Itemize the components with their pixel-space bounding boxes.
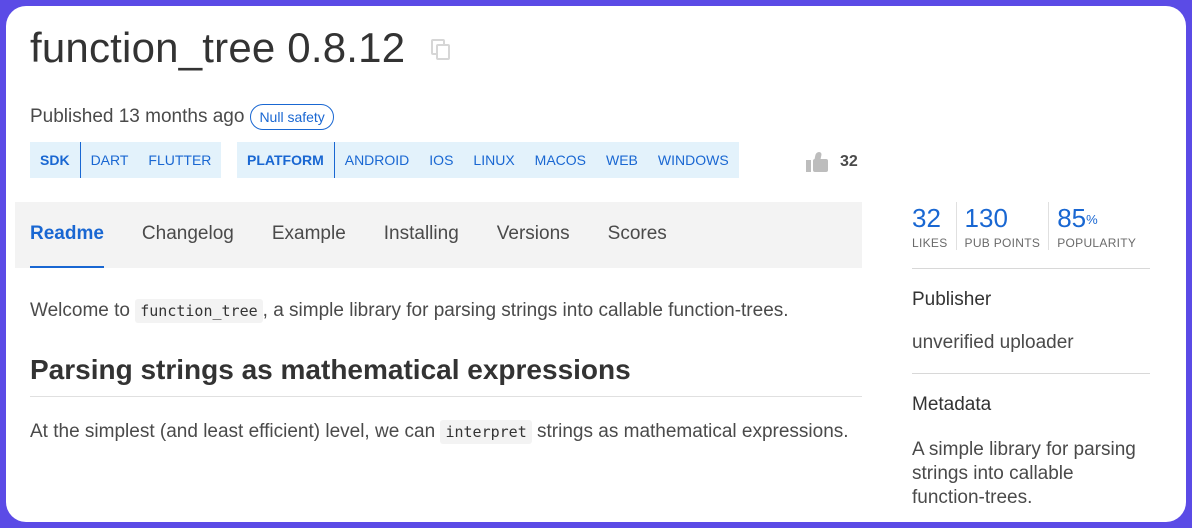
- tab-installing[interactable]: Installing: [384, 202, 459, 268]
- published-info: Published 13 months ago Null safety: [30, 104, 334, 130]
- tab-scores[interactable]: Scores: [608, 202, 667, 268]
- sidebar: 32 LIKES 130 PUB POINTS 85% POPULARITY P…: [912, 202, 1150, 510]
- stat-points-value: 130: [964, 203, 1008, 233]
- sdk-tag-label[interactable]: SDK: [30, 142, 81, 178]
- page-frame: function_tree 0.8.12 Published 13 months…: [6, 6, 1186, 522]
- stat-pub-points[interactable]: 130 PUB POINTS: [955, 202, 1049, 250]
- tag-flutter[interactable]: FLUTTER: [138, 152, 221, 168]
- publisher-heading: Publisher: [912, 289, 992, 310]
- section-heading: Parsing strings as mathematical expressi…: [30, 354, 862, 397]
- tab-versions[interactable]: Versions: [497, 202, 570, 268]
- intro-text-after: , a simple library for parsing strings i…: [262, 300, 789, 321]
- inline-code-function-tree: function_tree: [135, 299, 263, 323]
- stat-popularity-label: POPULARITY: [1057, 236, 1137, 250]
- detail-tabs: Readme Changelog Example Installing Vers…: [15, 202, 862, 268]
- stat-popularity-suffix: %: [1086, 212, 1098, 227]
- score-stats: 32 LIKES 130 PUB POINTS 85% POPULARITY: [912, 202, 1150, 250]
- package-title: function_tree 0.8.12: [30, 24, 406, 71]
- platform-tag-label[interactable]: PLATFORM: [237, 142, 335, 178]
- p2-text-before: At the simplest (and least efficient) le…: [30, 421, 441, 442]
- readme-content: Welcome to function_tree, a simple libra…: [30, 296, 862, 447]
- metadata-heading: Metadata: [912, 394, 992, 415]
- sdk-tag-group: SDK DART FLUTTER: [30, 142, 222, 178]
- metadata-description: A simple library for parsing strings int…: [912, 439, 1136, 508]
- tab-readme[interactable]: Readme: [30, 202, 104, 268]
- tab-changelog[interactable]: Changelog: [142, 202, 234, 268]
- stat-popularity-value: 85: [1057, 203, 1087, 233]
- inline-code-interpret: interpret: [440, 420, 532, 444]
- published-prefix: Published: [30, 106, 114, 127]
- copy-icon[interactable]: [431, 39, 453, 63]
- stat-popularity[interactable]: 85% POPULARITY: [1048, 202, 1144, 250]
- tag-ios[interactable]: IOS: [419, 152, 463, 168]
- title-row: function_tree 0.8.12: [30, 24, 453, 72]
- stat-likes-label: LIKES: [912, 236, 948, 250]
- tag-android[interactable]: ANDROID: [335, 152, 420, 168]
- stat-likes[interactable]: 32 LIKES: [912, 202, 956, 250]
- intro-text-before: Welcome to: [30, 300, 136, 321]
- platform-tag-group: PLATFORM ANDROID IOS LINUX MACOS WEB WIN…: [237, 142, 739, 178]
- thumbs-up-icon: [806, 152, 828, 172]
- p2-text-after: strings as mathematical expressions.: [531, 421, 849, 442]
- tab-example[interactable]: Example: [272, 202, 346, 268]
- null-safety-badge[interactable]: Null safety: [250, 104, 334, 130]
- divider: [912, 373, 1150, 374]
- stat-likes-value: 32: [912, 203, 941, 233]
- tag-dart[interactable]: DART: [81, 152, 139, 168]
- like-button[interactable]: 32: [806, 152, 858, 172]
- intro-paragraph: Welcome to function_tree, a simple libra…: [30, 296, 862, 326]
- tag-web[interactable]: WEB: [596, 152, 648, 168]
- tag-macos[interactable]: MACOS: [525, 152, 596, 168]
- like-count: 32: [840, 153, 858, 170]
- divider: [912, 268, 1150, 269]
- tag-linux[interactable]: LINUX: [463, 152, 524, 168]
- published-age: 13 months ago: [118, 106, 245, 127]
- tag-windows[interactable]: WINDOWS: [648, 152, 739, 168]
- stat-points-label: PUB POINTS: [964, 236, 1041, 250]
- publisher-value: unverified uploader: [912, 332, 1074, 353]
- interpret-paragraph: At the simplest (and least efficient) le…: [30, 417, 862, 447]
